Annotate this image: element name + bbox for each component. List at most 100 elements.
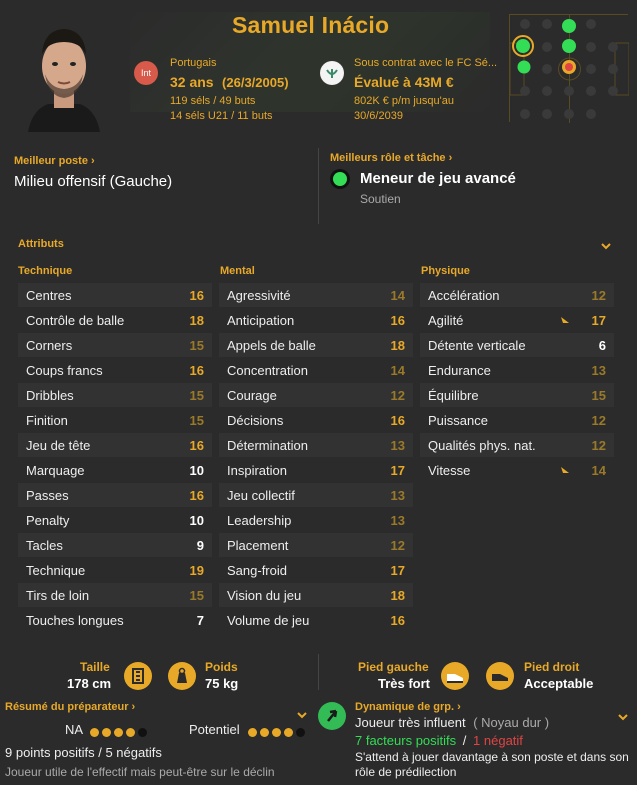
attribute-label: Tirs de loin [26,588,90,603]
attribute-value: 15 [189,388,204,403]
attribute-row[interactable]: Contrôle de balle 18 [18,308,212,332]
attribute-value: 7 [196,613,204,628]
attribute-row[interactable]: Volume de jeu 16 [219,608,413,632]
attribute-value: 16 [390,413,405,428]
attribute-value: 10 [189,463,204,478]
attribute-value: 14 [390,363,405,378]
position-pitch[interactable] [509,14,630,123]
chevron-down-icon[interactable] [296,707,308,725]
star-empty-icon [138,728,147,737]
best-role-title[interactable]: Meilleurs rôle et tâche › [330,152,452,164]
attribute-value: 18 [189,313,204,328]
attribute-row[interactable]: Tirs de loin 15 [18,583,212,607]
attribute-value: 9 [196,538,204,553]
attribute-row[interactable]: Concentration 14 [219,358,413,382]
attribute-label: Penalty [26,513,70,528]
attribute-value: 17 [591,313,606,328]
attribute-row[interactable]: Puissance 12 [420,408,614,432]
attribute-value: 13 [591,363,606,378]
attribute-label: Accélération [428,288,500,303]
attribute-label: Détermination [227,438,308,453]
attribute-row[interactable]: Courage 12 [219,383,413,407]
attribute-label: Touches longues [26,613,124,628]
trend-up-icon [561,467,569,473]
attribute-value: 12 [591,413,606,428]
attribute-row[interactable]: Inspiration 17 [219,458,413,482]
attribute-row[interactable]: Centres 16 [18,283,212,307]
potential-label: Potentiel [189,722,240,737]
attribute-row[interactable]: Finition 15 [18,408,212,432]
attribute-row[interactable]: Passes 16 [18,483,212,507]
attribute-row[interactable]: Jeu collectif 13 [219,483,413,507]
attribute-value: 19 [189,563,204,578]
attribute-label: Décisions [227,413,284,428]
club-logo-icon[interactable] [320,61,344,85]
attribute-row[interactable]: Qualités phys. nat. 12 [420,433,614,457]
attribute-label: Vision du jeu [227,588,302,603]
attribute-row[interactable]: Placement 12 [219,533,413,557]
star-empty-icon [296,728,305,737]
attribute-value: 16 [390,313,405,328]
age-line: 32 ans (26/3/2005) [170,74,289,92]
attribute-row[interactable]: Anticipation 16 [219,308,413,332]
attribute-row[interactable]: Coups francs 16 [18,358,212,382]
attribute-row[interactable]: Agressivité 14 [219,283,413,307]
factors-separator: / [462,733,467,748]
attribute-label: Anticipation [227,313,295,328]
attribute-row[interactable]: Équilibre 15 [420,383,614,407]
attribute-row[interactable]: Vision du jeu 18 [219,583,413,607]
attribute-row[interactable]: Détente verticale 6 [420,333,614,357]
attribute-row[interactable]: Agilité 17 [420,308,614,332]
star-icon [284,728,293,737]
attribute-row[interactable]: Appels de balle 18 [219,333,413,357]
weight-value: 75 kg [205,676,239,691]
attribute-label: Concentration [227,363,308,378]
attribute-row[interactable]: Sang-froid 17 [219,558,413,582]
attribute-value: 17 [390,563,405,578]
positive-factors: 7 facteurs positifs [355,733,457,748]
attribute-label: Passes [26,488,69,503]
contract-club[interactable]: Sous contrat avec le FC Sé... [354,57,497,69]
attribute-label: Coups francs [26,363,103,378]
star-icon [90,728,99,737]
attribute-label: Agilité [428,313,464,328]
attribute-row[interactable]: Détermination 13 [219,433,413,457]
best-role-value: Meneur de jeu avancé [360,170,516,187]
attribute-value: 16 [189,288,204,303]
attribute-label: Sang-froid [227,563,287,578]
attribute-row[interactable]: Leadership 13 [219,508,413,532]
dynamics-title[interactable]: Dynamique de grp. › [355,701,461,713]
best-position-title[interactable]: Meilleur poste › [14,155,95,167]
attribute-value: 13 [390,438,405,453]
chevron-down-icon[interactable] [600,238,612,256]
attribute-label: Appels de balle [227,338,316,353]
attribute-row[interactable]: Vitesse 14 [420,458,614,482]
attribute-row[interactable]: Tacles 9 [18,533,212,557]
attribute-value: 10 [189,513,204,528]
coach-summary: Joueur utile de l'effectif mais peut-êtr… [5,765,275,779]
attribute-row[interactable]: Touches longues 7 [18,608,212,632]
nationality[interactable]: Portugais [170,57,216,69]
potential-stars [248,724,308,742]
attribute-row[interactable]: Dribbles 15 [18,383,212,407]
factors-line: 7 facteurs positifs / 1 négatif [355,733,523,748]
attribute-label: Agressivité [227,288,291,303]
attribute-label: Détente verticale [428,338,526,353]
attribute-row[interactable]: Penalty 10 [18,508,212,532]
attribute-row[interactable]: Marquage 10 [18,458,212,482]
attribute-row[interactable]: Décisions 16 [219,408,413,432]
attribute-label: Puissance [428,413,488,428]
attribute-label: Volume de jeu [227,613,310,628]
attribute-label: Jeu collectif [227,488,295,503]
attribute-row[interactable]: Accélération 12 [420,283,614,307]
attribute-row[interactable]: Jeu de tête 16 [18,433,212,457]
current-ability-stars [90,724,150,742]
coach-report-title[interactable]: Résumé du préparateur › [5,701,135,713]
attribute-label: Courage [227,388,277,403]
attribute-row[interactable]: Technique 19 [18,558,212,582]
star-icon [126,728,135,737]
attribute-value: 16 [189,363,204,378]
attribute-row[interactable]: Endurance 13 [420,358,614,382]
attribute-row[interactable]: Corners 15 [18,333,212,357]
chevron-down-icon[interactable] [617,709,629,727]
